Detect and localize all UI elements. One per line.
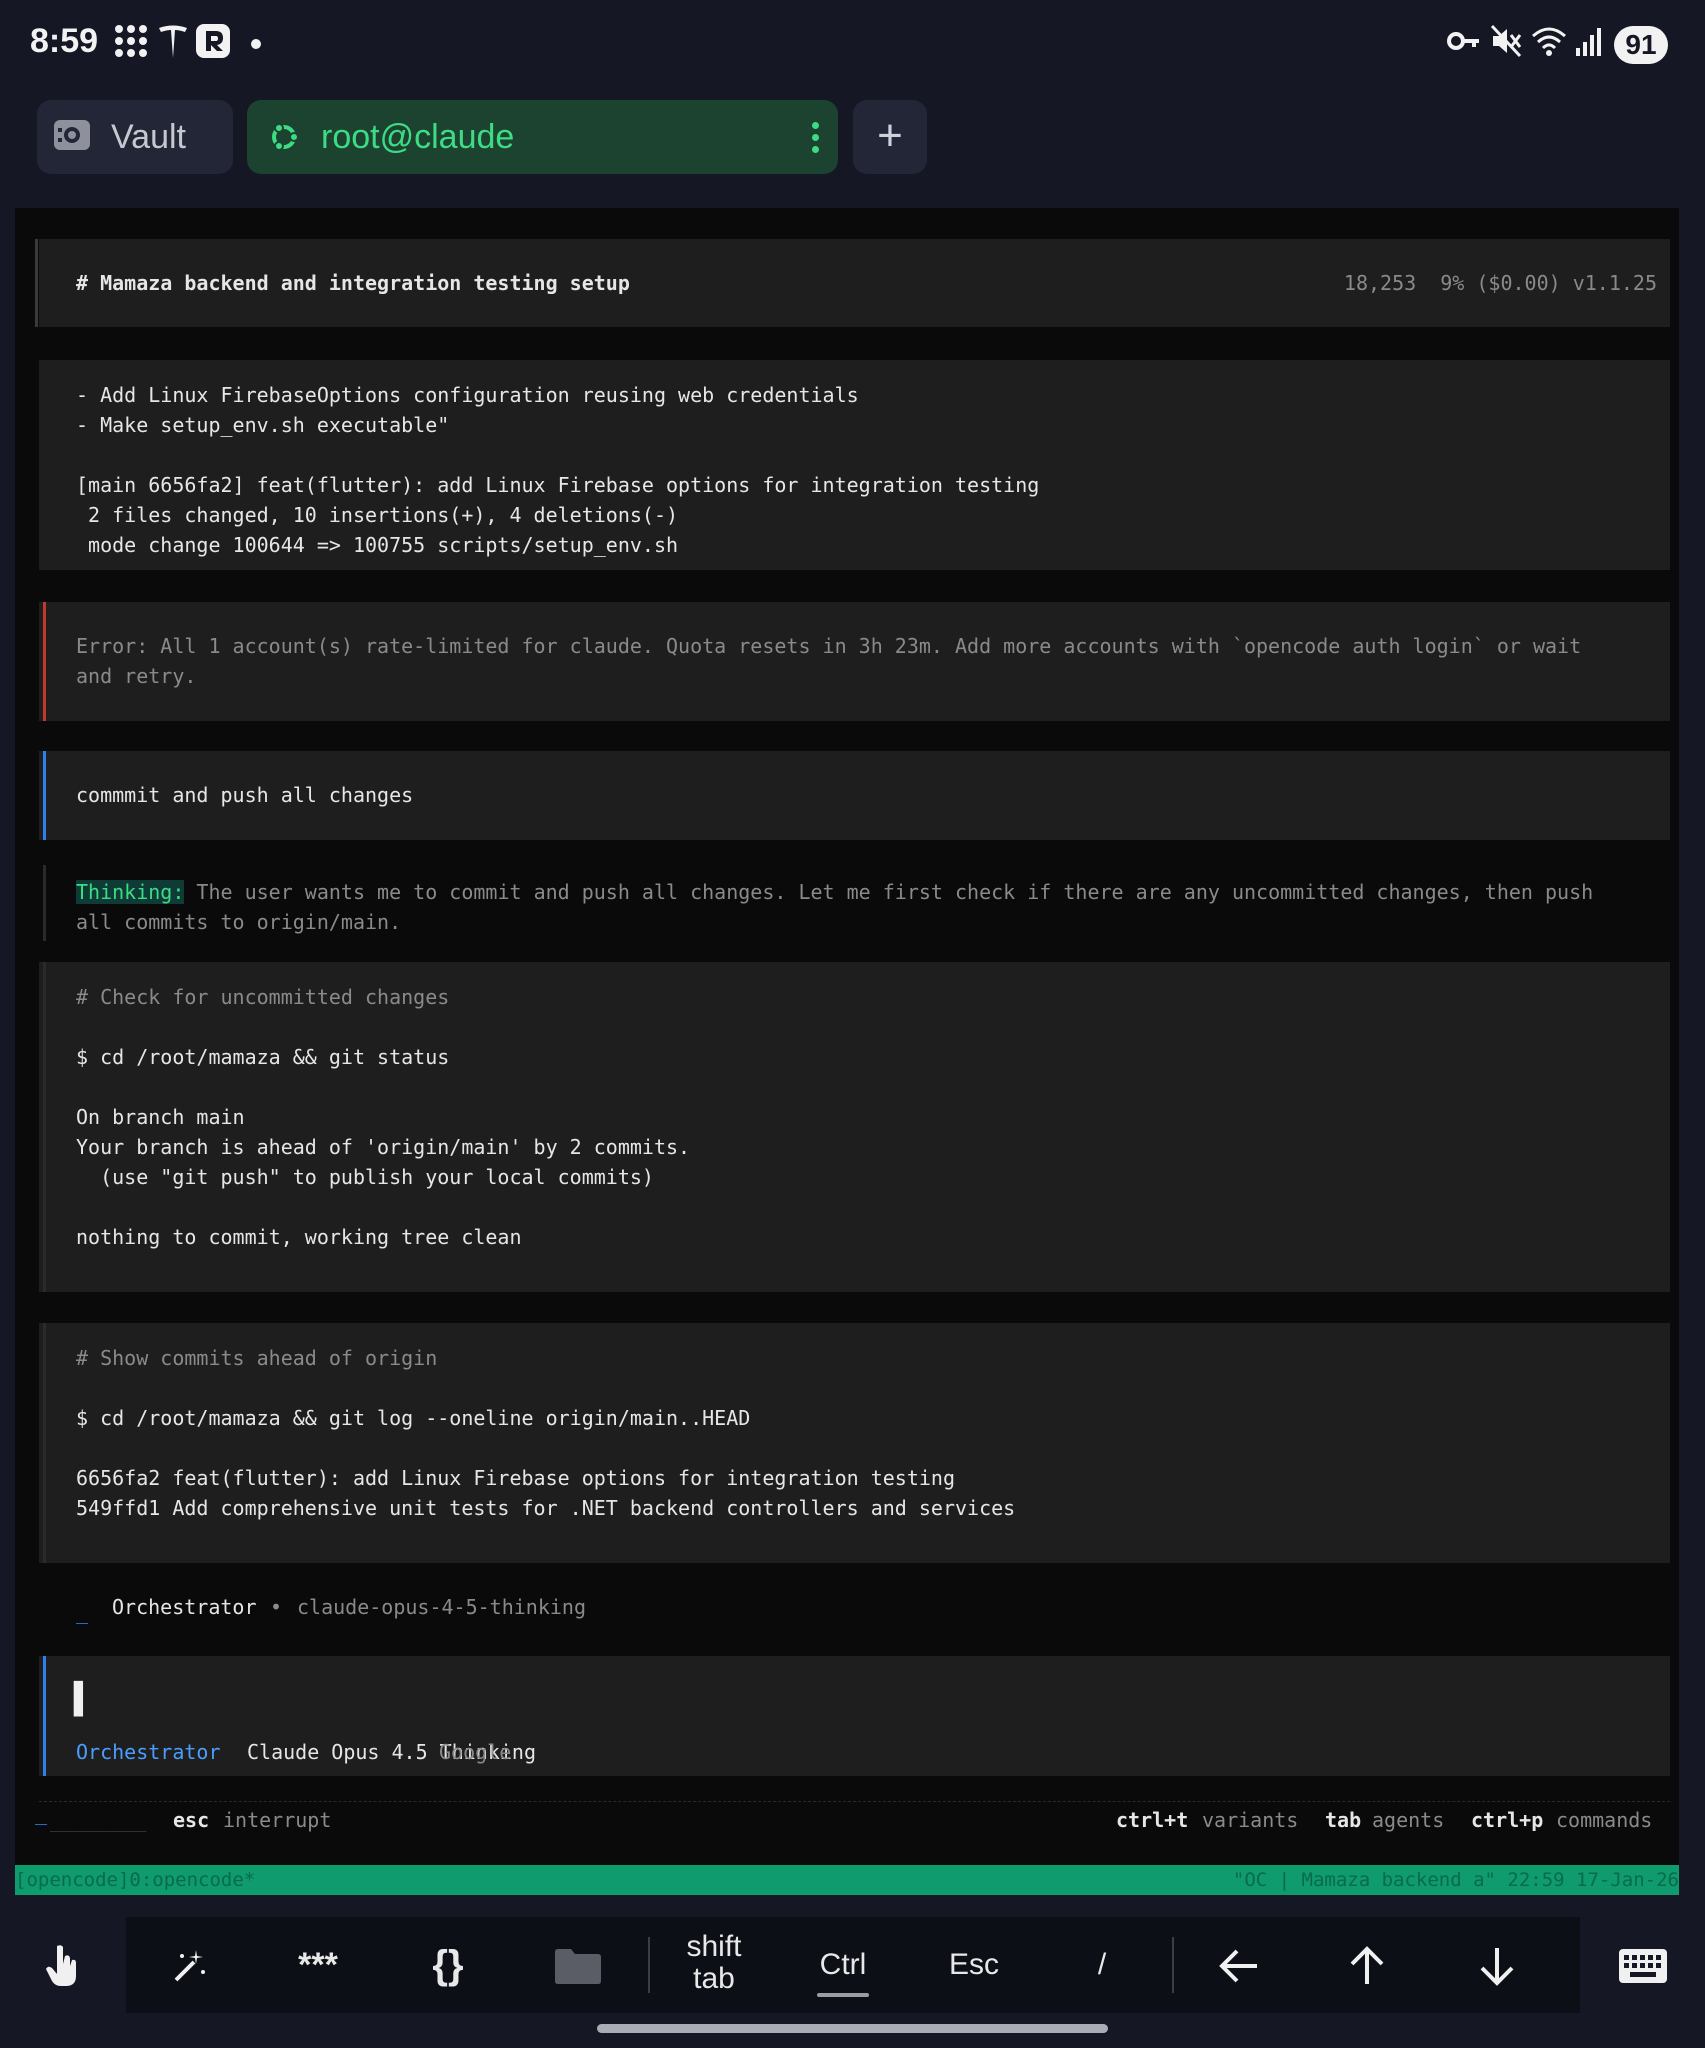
tab-vault[interactable]: Vault [37,100,233,174]
extra-keys-row: *** {} shift tab Ctrl Esc / [0,1917,1705,2013]
output-line: 549ffd1 Add comprehensive unit tests for… [76,1496,1016,1520]
status-bar: 8:59 91 [0,0,1705,90]
arrow-down-key[interactable] [1432,1917,1562,2013]
dot-icon [250,24,262,69]
vpn-key-icon [1447,24,1481,69]
hint-key: tab [1325,1808,1362,1832]
r-app-icon [196,24,230,69]
tool-command: $ cd /root/mamaza && git log --oneline o… [76,1406,751,1430]
terminal[interactable]: # Mamaza backend and integration testing… [15,208,1679,1895]
tab-root-claude[interactable]: root@claude [247,100,838,174]
keyboard-toggle-button[interactable] [1580,1917,1705,2013]
more-options-icon[interactable] [812,122,820,158]
thinking-block: Thinking: The user wants me to commit an… [39,865,1670,941]
arrow-up-icon [1302,1917,1432,2013]
tab-label: Vault [111,118,186,156]
esc-key[interactable]: Esc [910,1917,1038,2013]
slash-key[interactable]: / [1038,1917,1166,2013]
output-line: [main 6656fa2] feat(flutter): add Linux … [76,473,1040,497]
arrow-up-key[interactable] [1302,1917,1432,2013]
tmux-window-list: [opencode]0:opencode* [15,1869,256,1891]
footer-hints: _ ________ esc interrupt ctrl+t variants… [15,1788,1679,1848]
tesla-icon [157,24,189,71]
hint-key: ctrl+p [1471,1808,1544,1832]
spinner: _ [76,1600,89,1624]
session-title: # Mamaza backend and integration testing… [76,271,630,295]
error-line: Error: All 1 account(s) rate-limited for… [76,634,1582,658]
folder-icon [514,1917,642,2013]
touch-hand-icon [0,1917,126,2013]
output-line: (use "git push" to publish your local co… [76,1165,654,1189]
snippets-key[interactable]: {} [382,1917,514,2013]
arrow-down-icon [1432,1917,1562,2013]
prompt-agent[interactable]: Orchestrator [76,1737,221,1767]
output-line: - Add Linux FirebaseOptions configuratio… [76,383,859,407]
prompt-provider: Google [439,1740,512,1764]
magic-wand-icon [126,1917,254,2013]
thinking-text: all commits to origin/main. [76,910,402,934]
magic-wand-button[interactable] [126,1917,254,2013]
wifi-icon [1530,24,1568,69]
prompt-input[interactable]: ▌ Orchestrator Claude Opus 4.5 Thinking … [39,1656,1670,1776]
grid-dots-icon [114,24,148,69]
output-line: 6656fa2 feat(flutter): add Linux Firebas… [76,1466,955,1490]
tab-label: root@claude [321,118,515,156]
home-indicator[interactable] [597,2024,1108,2033]
plus-icon: + [877,111,903,160]
tool-comment: # Show commits ahead of origin [76,1346,438,1370]
progress-indicator: ________ [50,1808,147,1832]
user-message: commmit and push all changes [39,751,1670,840]
output-line: - Make setup_env.sh executable" [76,413,450,437]
folder-button[interactable] [514,1917,642,2013]
vault-icon [53,118,91,154]
hint-label: variants [1202,1808,1299,1832]
clock: 8:59 [30,22,99,60]
hint-label: agents [1372,1808,1445,1832]
ubuntu-icon [267,120,301,154]
model-name: claude-opus-4-5-thinking [297,1595,586,1619]
mute-icon [1490,24,1522,69]
ctrl-active-indicator [817,1993,869,1997]
thinking-text: The user wants me to commit and push all… [184,880,1594,904]
user-message-text: commmit and push all changes [76,783,414,807]
tool-comment: # Check for uncommitted changes [76,985,450,1009]
password-key[interactable]: *** [254,1917,382,2013]
hint-label: interrupt [223,1808,332,1832]
commit-output: - Add Linux FirebaseOptions configuratio… [39,360,1670,570]
agent-status: _ Orchestrator • claude-opus-4-5-thinkin… [39,1592,1670,1632]
session-stats: 18,253 9% ($0.00) v1.1.25 [1343,271,1657,295]
tool-output-git-status: # Check for uncommitted changes $ cd /ro… [39,962,1670,1292]
output-line: 2 files changed, 10 insertions(+), 4 del… [76,503,679,527]
session-header: # Mamaza backend and integration testing… [35,239,1670,327]
arrow-left-icon [1176,1917,1302,2013]
text-cursor: ▌ [74,1682,93,1717]
ctrl-key[interactable]: Ctrl [776,1917,910,2013]
tool-output-git-log: # Show commits ahead of origin $ cd /roo… [39,1323,1670,1563]
output-line: On branch main [76,1105,245,1129]
tmux-status-bar: [opencode]0:opencode* "OC | Mamaza backe… [15,1865,1679,1895]
battery-indicator: 91 [1614,26,1668,64]
output-line: Your branch is ahead of 'origin/main' by… [76,1135,691,1159]
agent-name: Orchestrator [112,1595,257,1619]
tool-command: $ cd /root/mamaza && git status [76,1045,450,1069]
error-line: and retry. [76,664,197,688]
hint-label: commands [1556,1808,1653,1832]
shift-tab-key[interactable]: shift tab [652,1917,776,2013]
status-separator: • [270,1595,283,1619]
tmux-status-right: "OC | Mamaza backend a" 22:59 17-Jan-26 [1232,1869,1679,1891]
add-tab-button[interactable]: + [853,100,927,174]
arrow-left-key[interactable] [1176,1917,1302,2013]
hint-key: ctrl+t [1116,1808,1189,1832]
hint-key: esc [173,1808,210,1832]
signal-icon [1574,24,1604,69]
error-message: Error: All 1 account(s) rate-limited for… [39,602,1670,721]
keyboard-icon [1580,1917,1705,2013]
thinking-label: Thinking: [76,880,185,904]
output-line: mode change 100644 => 100755 scripts/set… [76,533,679,557]
touch-mode-button[interactable] [0,1917,126,2013]
output-line: nothing to commit, working tree clean [76,1225,522,1249]
